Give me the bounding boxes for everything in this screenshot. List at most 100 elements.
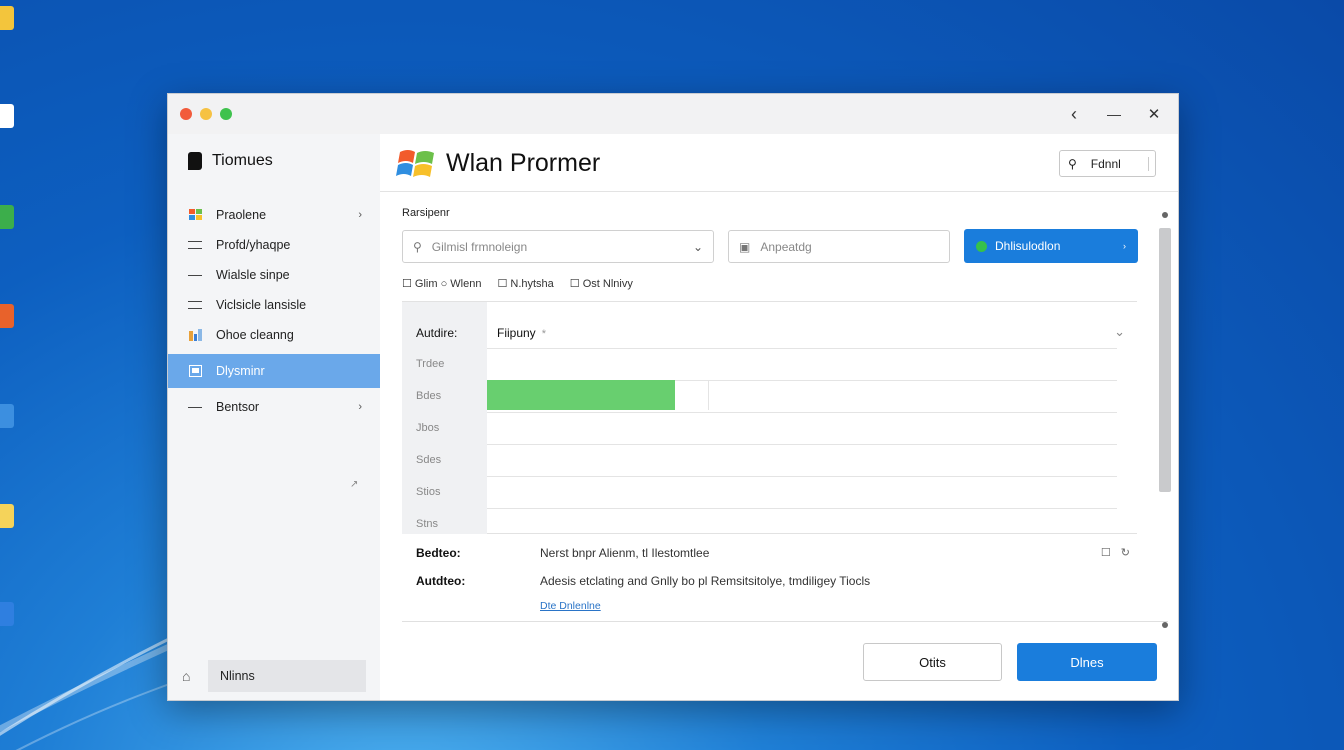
- scroll-down-icon[interactable]: [1162, 622, 1168, 628]
- desktop-shortcut-icon: [0, 404, 14, 428]
- secondary-button[interactable]: Otits: [863, 643, 1002, 681]
- search-placeholder: Anpeatdg: [760, 239, 812, 254]
- desktop-icon[interactable]: [0, 504, 34, 531]
- app-logo-icon: [188, 152, 202, 170]
- screen-icon: [188, 365, 202, 377]
- chart-icon: [188, 329, 202, 341]
- sidebar-item-label: Ohoe cleanng: [216, 328, 294, 342]
- dropdown-placeholder: Gilmisl frmnoleign: [431, 239, 528, 254]
- table-row-label: Stns: [416, 518, 439, 530]
- table-gridline: [487, 444, 1117, 445]
- home-icon[interactable]: ⌂: [182, 668, 208, 684]
- desktop-icon[interactable]: [0, 602, 34, 629]
- sidebar-item[interactable]: Viclsicle lansisle: [168, 290, 380, 320]
- windows-logo-icon: [396, 150, 434, 177]
- sidebar-item-label: Wialsle sinpe: [216, 268, 290, 282]
- section-label: Rarsipenr: [402, 207, 450, 219]
- filter-option[interactable]: ☐ Glim ○ Wlenn: [402, 277, 481, 290]
- sidebar-item[interactable]: Praolene ›: [168, 200, 380, 230]
- traffic-lights: [180, 108, 232, 120]
- details-link[interactable]: Dte Dnlenlne: [540, 600, 601, 612]
- primary-action-button[interactable]: Dhlisulodlon ›: [964, 229, 1138, 263]
- detail-key: Autdteo:: [416, 574, 466, 588]
- scrollbar[interactable]: [1159, 210, 1171, 628]
- chevron-right-icon: ›: [1123, 241, 1126, 251]
- sidebar-item[interactable]: Profd/yhaqpe: [168, 230, 380, 260]
- page-title: Wlan Prormer: [446, 149, 601, 177]
- back-button[interactable]: ‹: [1064, 102, 1084, 126]
- close-button[interactable]: ✕: [1144, 102, 1164, 126]
- sidebar-item[interactable]: Dlysminr: [168, 354, 380, 388]
- sidebar: Tiomues Praolene › Profd/yhaqpe Wialsle sin…: [168, 134, 380, 700]
- minimize-dot[interactable]: [200, 108, 212, 120]
- line-icon: [188, 401, 202, 413]
- search-input[interactable]: ▣ Anpeatdg: [728, 230, 950, 263]
- table-gridline: [487, 476, 1117, 477]
- line-icon: [188, 269, 202, 281]
- minimize-button[interactable]: —: [1104, 102, 1124, 126]
- zoom-dot[interactable]: [220, 108, 232, 120]
- source-dropdown[interactable]: ⚲ Gilmisl frmnoleign ⌄: [402, 230, 714, 263]
- app-window: ‹ — ✕ Tiomues Praolene › Profd/yhaqpe Wials…: [167, 93, 1179, 701]
- detail-key: Bedteo:: [416, 546, 461, 560]
- expand-arrow-icon[interactable]: ↗: [350, 479, 358, 490]
- sidebar-item-label: Viclsicle lansisle: [216, 298, 307, 312]
- primary-button[interactable]: Dlnes: [1017, 643, 1157, 681]
- desktop-icon[interactable]: [0, 404, 34, 431]
- detail-actions: ☐ ↻: [1101, 546, 1130, 559]
- detail-value: Nerst bnpr Alienm, tl Ilestomtlee: [540, 546, 710, 560]
- header-search-button[interactable]: ⚲ Fdnnl: [1059, 150, 1156, 177]
- separator: [1148, 157, 1149, 171]
- desktop-shortcut-icon: [0, 304, 14, 328]
- desktop-icon[interactable]: [0, 6, 34, 33]
- table-row-label: Sdes: [416, 454, 442, 466]
- desktop-icon[interactable]: [0, 104, 34, 131]
- desktop-icon[interactable]: [0, 205, 34, 232]
- window-controls: ‹ — ✕: [1064, 102, 1164, 126]
- table-gridline: [487, 348, 1117, 349]
- sidebar-item-label: Profd/yhaqpe: [216, 238, 291, 252]
- sidebar-footer-label[interactable]: Nlinns: [208, 660, 366, 692]
- close-dot[interactable]: [180, 108, 192, 120]
- column-header[interactable]: Fiipuny *: [497, 326, 546, 340]
- image-icon: ▣: [739, 239, 751, 254]
- desktop-shortcut-icon: [0, 205, 14, 229]
- windows-flag-icon: [188, 209, 202, 221]
- lines-icon: [188, 239, 202, 251]
- sidebar-item-label: Praolene: [216, 208, 267, 222]
- sidebar-item[interactable]: Ohoe cleanng: [168, 320, 380, 350]
- table-row-label: Bdes: [416, 390, 442, 402]
- app-name-label: Tiomues: [212, 152, 273, 169]
- sidebar-nav: Praolene › Profd/yhaqpe Wialsle sinpe Viclsi…: [168, 200, 380, 422]
- sidebar-item-label: Bentsor: [216, 400, 260, 414]
- sidebar-item[interactable]: Wialsle sinpe: [168, 260, 380, 290]
- divider: [402, 621, 1168, 622]
- scroll-up-icon[interactable]: [1162, 212, 1168, 218]
- filter-option[interactable]: ☐ N.hytsha: [497, 277, 553, 290]
- chevron-down-icon: ⌄: [692, 239, 703, 254]
- refresh-icon[interactable]: ↻: [1121, 546, 1130, 559]
- sidebar-item-label: Dlysminr: [216, 364, 265, 378]
- main-header: Wlan Prormer ⚲ Fdnnl: [380, 134, 1178, 192]
- copy-icon[interactable]: ☐: [1101, 546, 1111, 559]
- row-header-label: Autdire:: [416, 326, 458, 340]
- primary-action-label: Dhlisulodlon: [995, 239, 1061, 253]
- sidebar-footer[interactable]: ⌂ Nlinns: [182, 660, 366, 692]
- header-button-label: Fdnnl: [1090, 156, 1121, 171]
- title-bar: ‹ — ✕: [168, 94, 1178, 134]
- column-header-label: Fiipuny: [497, 326, 536, 340]
- filter-option[interactable]: ☐ Ost Nlnivy: [570, 277, 633, 290]
- detail-value: Adesis etclating and Gnlly bo pl Remsits…: [540, 574, 871, 588]
- search-icon: ⚲: [413, 239, 422, 254]
- sidebar-item[interactable]: Bentsor ›: [168, 392, 380, 422]
- desktop-icon[interactable]: [0, 304, 34, 331]
- desktop-shortcut-icon: [0, 104, 14, 128]
- table-gridline: [487, 508, 1117, 509]
- sort-icon[interactable]: ⌄: [1114, 324, 1125, 340]
- table-row-label: Stios: [416, 486, 441, 498]
- main-panel: Wlan Prormer ⚲ Fdnnl Rarsipenr ⚲ Gilmisl…: [380, 134, 1178, 700]
- filter-row: ☐ Glim ○ Wlenn ☐ N.hytsha ☐ Ost Nlnivy: [402, 277, 633, 290]
- status-dot-icon: [976, 240, 987, 252]
- scroll-thumb[interactable]: [1159, 228, 1171, 492]
- search-icon: ⚲: [1068, 156, 1077, 171]
